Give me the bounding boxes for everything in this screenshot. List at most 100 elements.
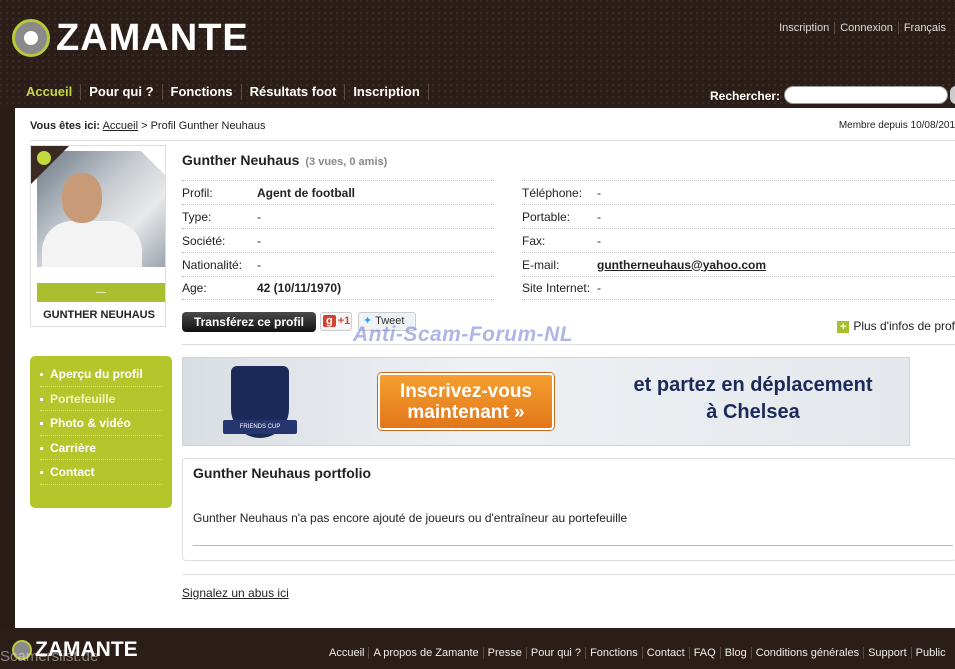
nav-resultats-foot[interactable]: Résultats foot [242,84,346,100]
sidemenu-item-portefeuille[interactable]: Portefeuille [40,387,162,411]
sidemenu-item-label: Contact [50,465,95,479]
detail-row: Profil: Agent de football [182,180,494,204]
detail-key: Type: [182,209,212,224]
member-since: Membre depuis 10/08/201 [838,120,955,131]
banner-tagline: et partez en déplacement à Chelsea [603,372,903,426]
footer-link[interactable]: Public [910,647,950,659]
breadcrumb: Vous êtes ici: Accueil > Profil Gunther … [30,120,266,132]
top-link-inscription[interactable]: Inscription [774,22,834,34]
banner-signup-button[interactable]: Inscrivez-vous maintenant » [378,373,554,430]
detail-row: Type: - [182,204,494,228]
sidemenu-item-apercu[interactable]: Aperçu du profil [40,362,162,387]
profile-card: — GUNTHER NEUHAUS [30,145,166,327]
nav-accueil[interactable]: Accueil [18,84,82,100]
profile-stats: (3 vues, 0 amis) [305,156,388,168]
detail-row: Portable: - [522,204,955,228]
detail-key: Nationalité: [182,257,243,272]
google-plus-button[interactable]: g +1 [320,312,352,331]
transfer-profile-button[interactable]: Transférez ce profil [182,312,316,332]
google-plus-icon: g [323,315,336,327]
footer-link[interactable]: Accueil [325,647,368,659]
detail-row: E-mail: guntherneuhaus@yahoo.com [522,252,955,276]
more-info-label: Plus d'infos de prof [853,319,955,333]
nav-fonctions[interactable]: Fonctions [163,84,242,100]
sidemenu-item-contact[interactable]: Contact [40,460,162,485]
card-status-bar: — [37,283,165,302]
divider [30,140,955,141]
sidemenu-item-photo-video[interactable]: Photo & vidéo [40,411,162,436]
site-logo[interactable]: ZAMANTE [12,18,249,58]
bullet-icon [40,373,43,377]
ad-banner[interactable]: FRIENDS CUP Inscrivez-vous maintenant » … [182,357,910,446]
detail-value: - [257,233,261,248]
card-name: GUNTHER NEUHAUS [43,309,155,321]
detail-value: - [597,209,601,224]
email-link[interactable]: guntherneuhaus@yahoo.com [597,258,766,272]
detail-value: - [597,233,601,248]
footer-link[interactable]: FAQ [688,647,720,659]
report-abuse-link[interactable]: Signalez un abus ici [182,586,289,600]
search-button[interactable] [950,86,955,104]
breadcrumb-home-link[interactable]: Accueil [103,120,138,132]
detail-value: - [597,185,601,200]
detail-key: Téléphone: [522,185,583,200]
portfolio-text: Gunther Neuhaus n'a pas encore ajouté de… [193,511,628,525]
footer-link[interactable]: A propos de Zamante [368,647,482,659]
detail-row: Age: 42 (10/11/1970) [182,276,494,300]
site-footer: ZAMANTE Scamerslist.de Accueil A propos … [0,628,955,669]
detail-key: E-mail: [522,257,560,272]
plus-icon: + [837,321,850,333]
footer-link[interactable]: Support [863,647,911,659]
footer-link[interactable]: Pour qui ? [525,647,585,659]
sidemenu-item-carriere[interactable]: Carrière [40,436,162,460]
detail-value: Agent de football [257,185,355,200]
detail-row: Nationalité: - [182,252,494,276]
breadcrumb-prefix: Vous êtes ici: [30,120,101,132]
footer-link[interactable]: Blog [719,647,751,659]
tagline-line-1: et partez en déplacement [633,374,873,396]
crest-ribbon: FRIENDS CUP [223,420,297,434]
sidemenu-item-label: Portefeuille [50,391,116,406]
detail-key: Fax: [522,233,546,248]
more-info-link[interactable]: + Plus d'infos de prof [837,319,955,333]
detail-row: Téléphone: - [522,180,955,204]
bullet-icon [40,446,43,450]
footer-link[interactable]: Conditions générales [750,647,863,659]
top-link-connexion[interactable]: Connexion [834,22,898,34]
search-label: Rechercher: [710,89,781,103]
detail-row: Société: - [182,228,494,252]
footer-link[interactable]: Contact [641,647,689,659]
sidemenu-item-label: Photo & vidéo [50,416,131,430]
top-link-language[interactable]: Français [897,22,951,34]
photo-shirt [42,221,142,267]
card-corner-badge [31,146,69,184]
footer-link[interactable]: Presse [482,647,526,659]
bullet-icon [40,471,43,475]
cta-line-2: maintenant » [407,402,525,423]
detail-key: Profil: [182,185,213,200]
detail-value: 42 (10/11/1970) [257,281,342,295]
detail-key: Age: [182,281,207,295]
google-plus-label: +1 [337,315,351,327]
detail-key: Société: [182,233,226,248]
detail-row: Site Internet: - [522,276,955,300]
profile-details-right: Téléphone: - Portable: - Fax: - E-mail: gunt… [522,180,955,300]
footer-link[interactable]: Fonctions [585,647,642,659]
profile-name: Gunther Neuhaus (3 vues, 0 amis) [182,152,387,168]
breadcrumb-current: > Profil Gunther Neuhaus [141,120,266,132]
profile-details-left: Profil: Agent de football Type: - Société:… [182,180,494,300]
divider [182,574,955,575]
search-input[interactable] [784,86,948,104]
top-links: Inscription Connexion Français [774,22,951,34]
nav-inscription[interactable]: Inscription [345,84,429,100]
nav-pour-qui[interactable]: Pour qui ? [81,84,163,100]
content-panel: Vous êtes ici: Accueil > Profil Gunther … [15,108,955,628]
zamante-badge-icon [37,151,51,165]
detail-row: Fax: - [522,228,955,252]
footer-watermark: Scamerslist.de [0,648,99,665]
main-nav: Accueil Pour qui ? Fonctions Résultats f… [18,84,429,100]
cta-line-1: Inscrivez-vous [400,381,532,402]
bullet-icon [40,422,43,426]
logo-text: ZAMANTE [56,17,249,59]
profile-name-text: Gunther Neuhaus [182,152,300,168]
